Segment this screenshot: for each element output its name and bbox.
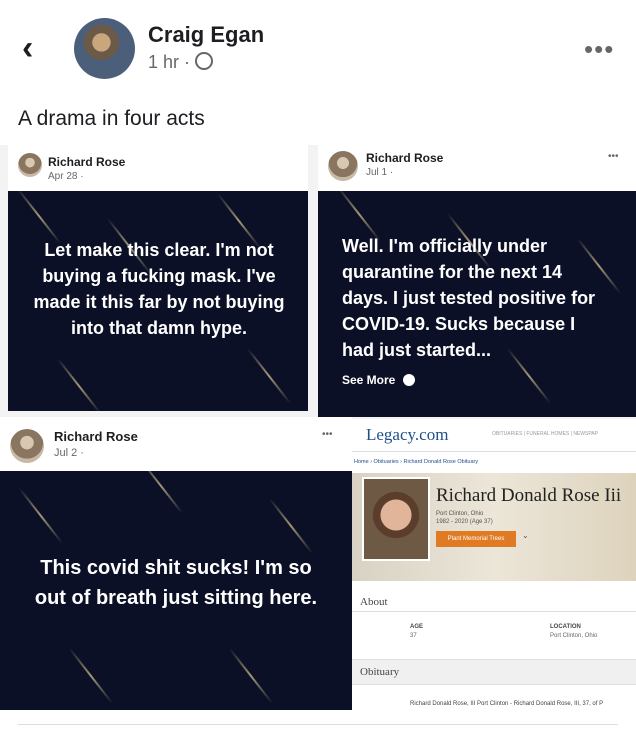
panel-2-more-icon[interactable]: •••: [608, 151, 619, 162]
avatar[interactable]: [74, 18, 135, 79]
panel-1-date: Apr 28 ·: [48, 171, 84, 182]
back-icon[interactable]: ‹: [22, 30, 52, 66]
panel-3-author: Richard Rose: [54, 429, 138, 444]
age-value: 37: [410, 633, 417, 639]
image-collage[interactable]: Richard Rose Apr 28 · Let make this clea…: [0, 145, 636, 710]
post-time: 1 hr: [148, 52, 180, 72]
about-divider: [352, 611, 636, 612]
legacy-breadcrumb: Home › Obituaries › Richard Donald Rose …: [354, 459, 479, 465]
legacy-nav[interactable]: OBITUARIES | FUNERAL HOMES | NEWSPAP: [492, 431, 598, 437]
see-more-link[interactable]: See More: [342, 373, 415, 387]
legacy-logo[interactable]: Legacy.com: [366, 425, 448, 445]
panel-1-avatar: [18, 153, 42, 177]
deceased-name: Richard Donald Rose Iii: [436, 485, 622, 506]
panel-3-more-icon[interactable]: •••: [322, 429, 333, 440]
panel-2-author: Richard Rose: [366, 151, 444, 165]
legacy-header: Legacy.com OBITUARIES | FUNERAL HOMES | …: [352, 419, 636, 452]
panel-2-avatar: [328, 151, 358, 181]
age-label: AGE: [410, 624, 424, 630]
post-divider: [18, 724, 618, 725]
legacy-hero: Richard Donald Rose Iii Port Clinton, Oh…: [352, 473, 636, 581]
plant-trees-button[interactable]: Plant Memorial Trees: [436, 531, 516, 547]
panel-1-header: Richard Rose Apr 28 ·: [8, 145, 308, 191]
panel-3-avatar: [10, 429, 44, 463]
panel-1-author: Richard Rose: [48, 155, 126, 169]
author-name[interactable]: Craig Egan: [148, 22, 264, 48]
obituary-text: Richard Donald Rose, III Port Clinton - …: [410, 701, 604, 707]
panel-4-legacy: Legacy.com OBITUARIES | FUNERAL HOMES | …: [352, 419, 636, 710]
panel-2-text: Well. I'm officially under quarantine fo…: [342, 236, 596, 360]
more-options-icon[interactable]: •••: [584, 34, 614, 65]
panel-2-image: Well. I'm officially under quarantine fo…: [318, 191, 636, 417]
panel-1-image: Let make this clear. I'm not buying a fu…: [8, 191, 308, 411]
dropdown-chevron-icon[interactable]: ⌄: [522, 531, 529, 540]
deceased-photo: [362, 477, 430, 561]
panel-3-header: Richard Rose Jul 2 · •••: [0, 417, 352, 471]
globe-icon: [195, 52, 214, 70]
panel-1-text: Let make this clear. I'm not buying a fu…: [33, 240, 285, 338]
deceased-location: Port Clinton, Ohio: [436, 511, 484, 517]
deceased-years: 1982 - 2020 (Age 37): [436, 519, 493, 525]
panel-3-image: This covid shit sucks! I'm so out of bre…: [0, 471, 352, 710]
post-header: ‹ Craig Egan 1 hr · •••: [0, 0, 636, 95]
post-meta: 1 hr ·: [148, 52, 214, 73]
see-more-label: See More: [342, 373, 396, 387]
chevron-down-icon: [402, 374, 415, 386]
panel-3-text: This covid shit sucks! I'm so out of bre…: [34, 557, 318, 609]
obituary-heading: Obituary: [360, 666, 400, 678]
panel-2-header: Richard Rose Jul 1 · •••: [318, 145, 636, 191]
obituary-bar: Obituary: [352, 659, 636, 685]
location-label: LOCATION: [550, 624, 581, 630]
panel-3-date: Jul 2 ·: [54, 447, 84, 459]
about-heading: About: [360, 596, 388, 608]
location-value: Port Clinton, Ohio: [550, 633, 598, 639]
panel-2-date: Jul 1 ·: [366, 167, 394, 178]
meta-separator: ·: [184, 52, 191, 72]
post-caption: A drama in four acts: [18, 107, 205, 130]
